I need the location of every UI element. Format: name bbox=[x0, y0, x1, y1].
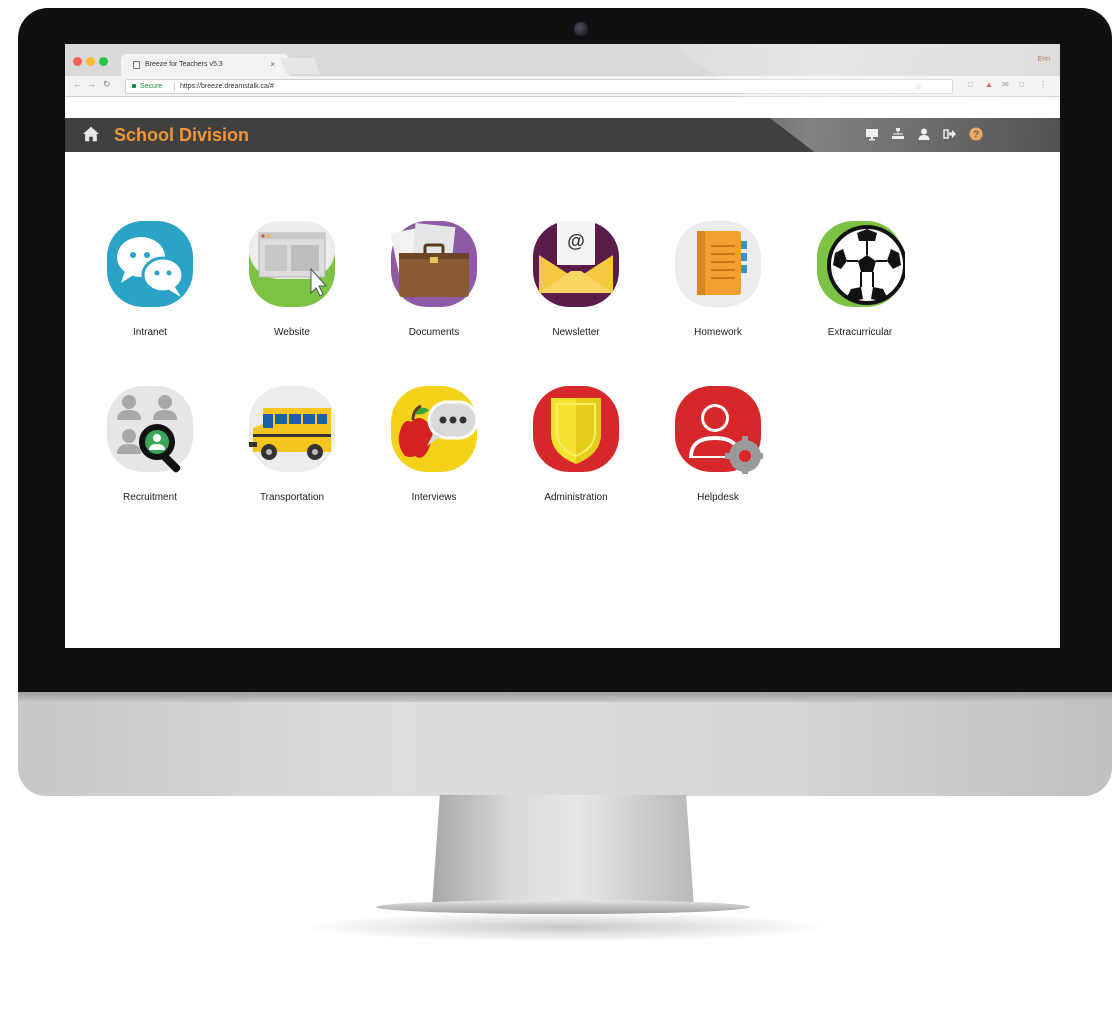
secure-label: Secure bbox=[140, 83, 163, 90]
app-label: Extracurricular bbox=[827, 327, 893, 338]
apple-speech-icon bbox=[391, 386, 479, 472]
browser-tab[interactable]: Breeze for Teachers v5.3 × bbox=[121, 54, 289, 76]
shield-icon bbox=[533, 386, 619, 472]
app-tile-recruitment[interactable]: Recruitment bbox=[65, 384, 205, 544]
extension-icon[interactable]: □ bbox=[968, 80, 973, 89]
app-tile-newsletter[interactable]: @ Newsletter bbox=[491, 219, 631, 379]
svg-text:@: @ bbox=[567, 231, 585, 251]
monitor-chin bbox=[18, 692, 1112, 796]
app-tile-homework[interactable]: Homework bbox=[633, 219, 773, 379]
minimize-window-button[interactable] bbox=[86, 57, 95, 66]
monitor-stand-base bbox=[376, 900, 750, 914]
notebook-icon bbox=[675, 221, 761, 307]
back-icon[interactable]: ← bbox=[73, 79, 82, 89]
app-tile-helpdesk[interactable]: Helpdesk bbox=[633, 384, 773, 544]
magnifier-people-icon bbox=[107, 386, 193, 473]
user-icon[interactable] bbox=[917, 127, 931, 141]
extension-red-icon[interactable]: ▲ bbox=[985, 80, 993, 89]
page-title: School Division bbox=[114, 125, 250, 145]
tab-close-icon[interactable]: × bbox=[270, 54, 275, 76]
url-text: https://breeze.dreamstalk.ca/# bbox=[180, 83, 274, 90]
school-bus-icon bbox=[249, 386, 335, 472]
browser-window-icon bbox=[249, 221, 335, 307]
divider bbox=[174, 82, 175, 91]
address-bar[interactable]: Secure https://breeze.dreamstalk.ca/# ☆ bbox=[125, 79, 953, 94]
svg-text:?: ? bbox=[973, 130, 979, 141]
reload-icon[interactable]: ↻ bbox=[103, 79, 111, 90]
new-tab-button[interactable] bbox=[280, 58, 320, 74]
profile-name[interactable]: Erin bbox=[1038, 56, 1050, 63]
star-icon[interactable]: ☆ bbox=[915, 80, 922, 93]
camera bbox=[574, 22, 588, 36]
browser-tab-bar: Breeze for Teachers v5.3 × Erin bbox=[65, 44, 1060, 76]
app-header: School Division ? bbox=[65, 118, 1060, 152]
envelope-icon: @ bbox=[533, 221, 619, 307]
monitor-stand bbox=[432, 795, 694, 907]
menu-icon[interactable]: ⋮ bbox=[1039, 80, 1047, 89]
app-tile-intranet[interactable]: Intranet bbox=[65, 219, 205, 379]
stand-shadow bbox=[300, 912, 830, 942]
app-tile-administration[interactable]: Administration bbox=[491, 384, 631, 544]
sitemap-icon[interactable] bbox=[891, 127, 905, 141]
page-icon bbox=[133, 61, 140, 69]
app-tile-extracurricular[interactable]: Extracurricular bbox=[775, 219, 915, 379]
maximize-window-button[interactable] bbox=[99, 57, 108, 66]
help-icon[interactable]: ? bbox=[969, 127, 983, 141]
app-tile-transportation[interactable]: Transportation bbox=[207, 384, 347, 544]
user-gear-icon bbox=[675, 386, 763, 474]
lock-icon bbox=[132, 84, 136, 88]
extension-mail-icon[interactable]: ✉ bbox=[1002, 80, 1009, 89]
screen: Breeze for Teachers v5.3 × Erin ← → ↻ Se… bbox=[65, 44, 1060, 648]
app-tile-interviews[interactable]: Interviews bbox=[349, 384, 489, 544]
app-tile-documents[interactable]: Documents bbox=[349, 219, 489, 379]
tab-title: Breeze for Teachers v5.3 bbox=[145, 61, 223, 68]
app-label: Helpdesk bbox=[697, 492, 739, 503]
extension-square-icon[interactable]: □ bbox=[1019, 80, 1024, 89]
forward-icon[interactable]: → bbox=[87, 79, 96, 89]
soccer-ball-icon bbox=[817, 221, 905, 307]
close-window-button[interactable] bbox=[73, 57, 82, 66]
browser-toolbar: ← → ↻ Secure https://breeze.dreamstalk.c… bbox=[65, 76, 1060, 97]
sign-out-icon[interactable] bbox=[943, 127, 957, 141]
briefcase-icon bbox=[390, 221, 477, 307]
monitor-icon[interactable] bbox=[865, 127, 879, 141]
app-tile-website[interactable]: Website bbox=[207, 219, 347, 379]
chat-bubbles-icon bbox=[107, 221, 193, 307]
home-icon[interactable] bbox=[82, 125, 100, 143]
